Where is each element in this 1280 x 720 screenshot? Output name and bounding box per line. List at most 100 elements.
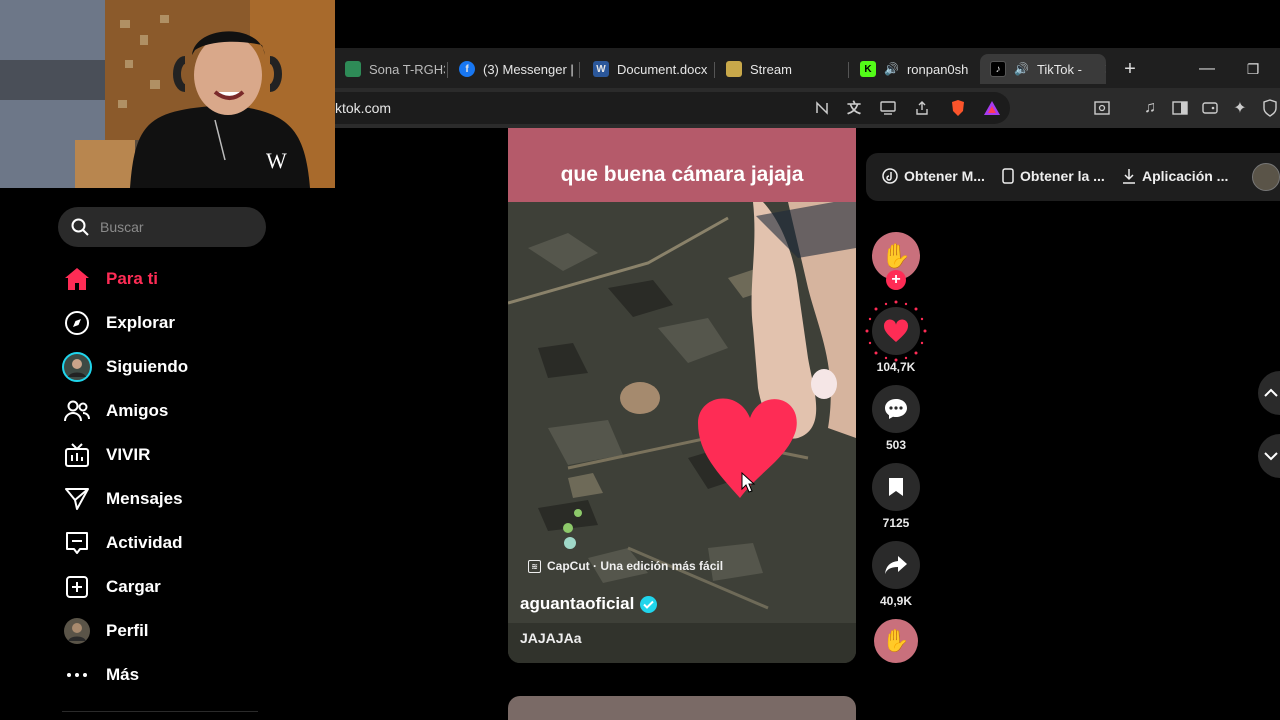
tab-label: Stream	[750, 61, 792, 77]
nav-label: Actividad	[106, 533, 183, 552]
send-icon	[62, 484, 92, 514]
video-description: JAJAJAa	[520, 630, 582, 646]
next-video-preview[interactable]	[508, 696, 856, 720]
tab-label: Document.docx	[617, 61, 708, 77]
sound-disc-button[interactable]: ✋	[872, 619, 920, 663]
like-circle[interactable]	[865, 300, 927, 362]
brave-rewards-icon[interactable]	[982, 98, 1002, 118]
sound-disc[interactable]: ✋	[874, 619, 918, 663]
nav-label: Mensajes	[106, 489, 183, 508]
nav-para-ti[interactable]: Para ti	[62, 263, 158, 295]
video-player[interactable]: que buena cámara jajaja ≋ CapCut · Una e…	[508, 128, 856, 663]
nav-explorar[interactable]: Explorar	[62, 307, 175, 339]
svg-text:W: W	[266, 148, 287, 173]
promo-download-app[interactable]: Aplicación ...	[1122, 168, 1228, 184]
previous-video-button[interactable]	[1258, 371, 1280, 415]
url-text: ktok.com	[335, 100, 392, 116]
nav-label: Amigos	[106, 401, 169, 420]
nav-cargar[interactable]: Cargar	[62, 571, 161, 603]
tab-sona[interactable]: Sona T-RGH304	[335, 54, 445, 84]
image-icon	[726, 61, 742, 77]
nav-amigos[interactable]: Amigos	[62, 395, 168, 427]
wallet-icon[interactable]	[1200, 98, 1220, 118]
new-tab-button[interactable]: +	[1110, 54, 1150, 84]
search-box[interactable]	[58, 207, 266, 247]
nav-actividad[interactable]: Actividad	[62, 527, 183, 559]
share-count: 40,9K	[879, 594, 913, 608]
nav-label: Siguiendo	[106, 357, 189, 376]
tab-document[interactable]: W Document.docx	[583, 54, 713, 84]
chevron-up-icon	[1264, 388, 1278, 397]
comment-button[interactable]: 503	[872, 385, 920, 452]
comment-icon	[885, 399, 907, 419]
vpn-shield-icon[interactable]	[1260, 98, 1280, 118]
tab-kick[interactable]: K 🔊 ronpan0sh	[850, 54, 968, 84]
comment-circle[interactable]	[872, 385, 920, 433]
promo-label: Aplicación ...	[1142, 168, 1229, 184]
video-caption-text: que buena cámara jajaja	[560, 163, 804, 186]
user-avatar[interactable]	[1252, 163, 1280, 191]
promo-label: Obtener la ...	[1020, 168, 1105, 184]
creator-avatar-button[interactable]: ✋ +	[872, 232, 920, 290]
speaker-icon: 🔊	[1014, 62, 1029, 76]
phone-icon	[1002, 168, 1014, 184]
share-circle[interactable]	[872, 541, 920, 589]
nav-siguiendo[interactable]: Siguiendo	[62, 351, 188, 383]
tab-label: ronpan0sh	[906, 61, 968, 77]
speaker-icon: 🔊	[884, 62, 899, 76]
promo-get-coins[interactable]: Obtener M...	[882, 168, 985, 184]
author-name[interactable]: aguantaoficial	[520, 594, 634, 614]
nav-label: Más	[106, 665, 140, 684]
capcut-icon: ≋	[528, 559, 541, 573]
like-burst-dots	[865, 300, 927, 362]
tab-messenger[interactable]: f (3) Messenger |	[449, 54, 574, 84]
translate-icon[interactable]: 文	[844, 98, 864, 118]
follow-plus-icon[interactable]: +	[886, 270, 906, 290]
webcam-overlay: W	[0, 0, 335, 188]
tiktok-icon: ♪	[990, 61, 1006, 77]
save-circle[interactable]	[872, 463, 920, 511]
save-count: 7125	[882, 516, 910, 530]
video-author[interactable]: aguantaoficial	[520, 594, 658, 614]
video-caption-band: que buena cámara jajaja	[508, 128, 856, 202]
search-input[interactable]	[100, 219, 250, 235]
leo-ai-icon[interactable]: ✦	[1230, 98, 1250, 118]
capcut-badge[interactable]: ≋ CapCut · Una edición más fácil	[528, 559, 723, 573]
live-icon	[62, 440, 92, 470]
reader-mode-icon[interactable]	[812, 98, 832, 118]
tab-label: (3) Messenger |	[483, 61, 574, 77]
friends-icon	[62, 396, 92, 426]
sidebar-toggle-icon[interactable]	[1170, 98, 1190, 118]
share-button[interactable]: 40,9K	[872, 541, 920, 608]
facebook-icon: f	[459, 61, 475, 77]
like-button[interactable]: 104,7K	[865, 300, 927, 374]
close-tab-icon[interactable]: ✕	[1104, 61, 1106, 78]
screenshot-icon[interactable]	[1092, 98, 1112, 118]
tab-stream[interactable]: Stream	[716, 54, 846, 84]
music-icon[interactable]: ♫	[1140, 98, 1160, 118]
raised-hand-icon: ✋	[881, 242, 911, 270]
upload-icon	[62, 572, 92, 602]
save-button[interactable]: 7125	[872, 463, 920, 530]
share-icon[interactable]	[912, 98, 932, 118]
cast-icon[interactable]	[878, 98, 898, 118]
restore-button[interactable]: ❐	[1233, 54, 1273, 84]
next-video-button[interactable]	[1258, 434, 1280, 478]
sidebar-divider	[62, 711, 258, 712]
nav-label: Para ti	[106, 269, 158, 288]
nav-mensajes[interactable]: Mensajes	[62, 483, 183, 515]
nav-perfil[interactable]: Perfil	[62, 615, 149, 647]
avatar-icon	[62, 352, 92, 382]
tiktok-coin-icon	[882, 168, 898, 184]
share-arrow-icon	[885, 556, 907, 574]
chevron-down-icon	[1264, 452, 1278, 461]
brave-shield-icon[interactable]	[948, 98, 968, 118]
profile-avatar-icon	[62, 616, 92, 646]
tab-tiktok[interactable]: ♪ 🔊 TikTok - ✕	[980, 54, 1106, 84]
nav-vivir[interactable]: VIVIR	[62, 439, 150, 471]
video-frame-image	[508, 128, 856, 663]
minimize-button[interactable]: —	[1187, 54, 1227, 84]
nav-mas[interactable]: Más	[62, 659, 139, 691]
verified-badge-icon	[640, 595, 658, 613]
promo-get-app[interactable]: Obtener la ...	[1002, 168, 1105, 184]
